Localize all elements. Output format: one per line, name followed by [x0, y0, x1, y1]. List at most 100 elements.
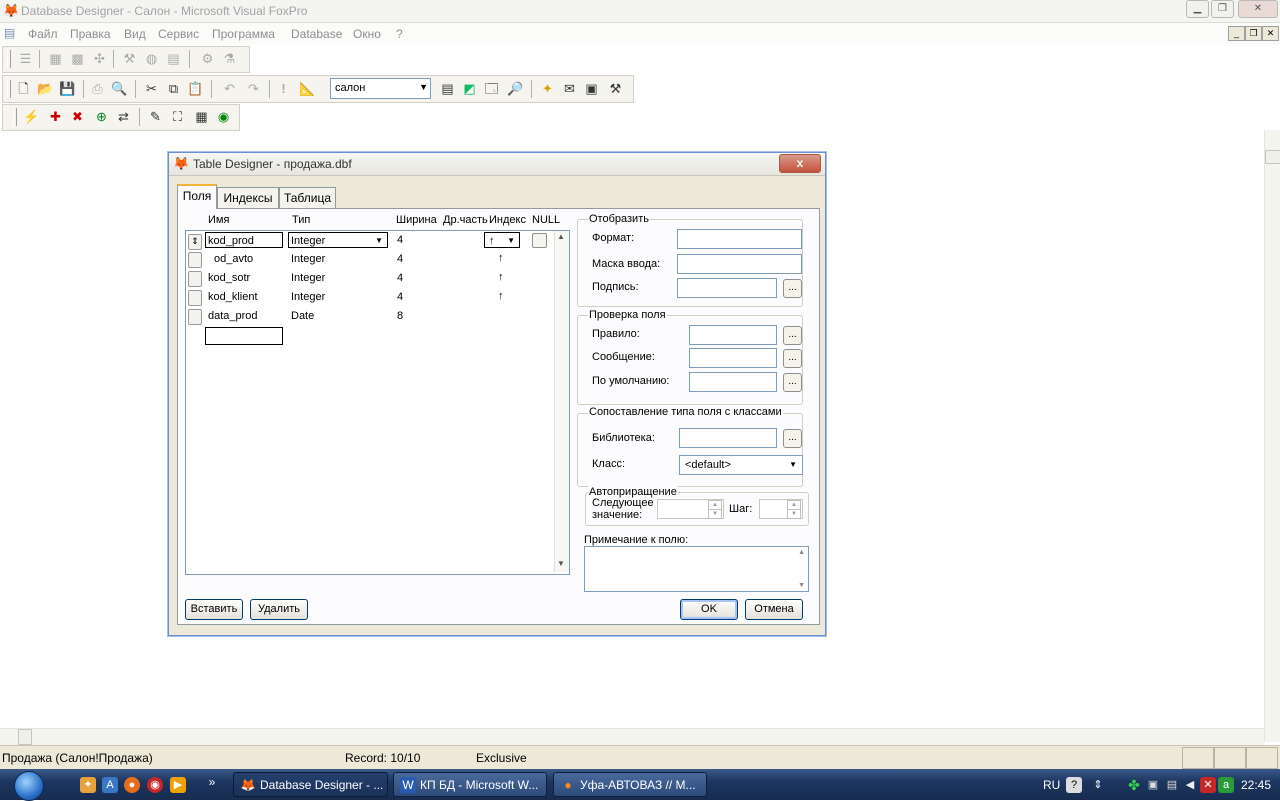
default-value-browse-button[interactable]: ...: [783, 373, 802, 392]
row-selector[interactable]: [188, 290, 202, 306]
copy-icon[interactable]: ⧉: [165, 80, 182, 97]
horizontal-scrollbar[interactable]: [0, 728, 1264, 745]
clover-icon[interactable]: ✤: [1126, 777, 1142, 793]
taskbar-button-firefox[interactable]: ● Уфа-АВТОВАЗ // М...: [553, 772, 707, 797]
firefox-icon[interactable]: ●: [124, 777, 140, 793]
scroll-down-icon[interactable]: ▼: [557, 559, 565, 568]
step-spinner[interactable]: ▲ ▼: [759, 499, 803, 519]
delete-button[interactable]: Удалить: [250, 599, 308, 620]
class-select[interactable]: <default> ▼: [679, 455, 803, 475]
print-preview-icon[interactable]: 🔍: [111, 80, 128, 97]
field-width-value[interactable]: 4: [397, 234, 403, 246]
vertical-scrollbar[interactable]: [1264, 130, 1280, 742]
mdi-close-button[interactable]: ✕: [1262, 26, 1279, 41]
field-name-cell[interactable]: od_avto: [214, 253, 253, 265]
tray-expand-icon[interactable]: ⇕: [1090, 777, 1106, 793]
field-name-cell[interactable]: kod_sotr: [208, 272, 250, 284]
message-input[interactable]: [689, 348, 777, 368]
taskbar-button-word[interactable]: W КП БД - Microsoft W...: [393, 772, 547, 797]
menu-view[interactable]: Вид: [124, 27, 146, 41]
modify-form-icon[interactable]: 📐: [299, 80, 316, 97]
rule-browse-button[interactable]: ...: [783, 326, 802, 345]
modify-table-icon[interactable]: ⚒: [121, 50, 138, 67]
index-ascending-icon[interactable]: ↑: [498, 290, 504, 302]
open-folder-icon[interactable]: 📂: [37, 80, 54, 97]
connections-icon[interactable]: ⚙: [199, 50, 216, 67]
cancel-button[interactable]: Отмена: [745, 599, 803, 620]
run-icon[interactable]: !: [275, 80, 292, 97]
validate-icon[interactable]: ◉: [215, 108, 232, 125]
menu-file[interactable]: Файл: [28, 27, 58, 41]
field-width-cell[interactable]: 4: [397, 272, 403, 284]
paste-icon[interactable]: 📋: [187, 80, 204, 97]
find-table-icon[interactable]: ✣: [91, 50, 108, 67]
close-button[interactable]: ✕: [1238, 0, 1278, 18]
field-name-cell[interactable]: data_prod: [208, 310, 258, 322]
undo-icon[interactable]: ↶: [221, 80, 238, 97]
row-selector[interactable]: [188, 252, 202, 268]
menu-program[interactable]: Программа: [212, 27, 275, 41]
tab-fields[interactable]: Поля: [177, 184, 217, 209]
database-combo[interactable]: салон ▼: [330, 78, 431, 99]
message-browse-button[interactable]: ...: [783, 349, 802, 368]
document-menu-icon[interactable]: ▤: [4, 26, 15, 40]
format-input[interactable]: [677, 229, 802, 249]
redo-icon[interactable]: ↷: [245, 80, 262, 97]
toolbar-grip[interactable]: [13, 108, 17, 126]
edit-relation-icon[interactable]: ⇄: [115, 108, 132, 125]
view-window-icon[interactable]: ◩: [461, 80, 478, 97]
menu-window[interactable]: Окно: [353, 27, 381, 41]
quicklaunch-overflow-icon[interactable]: »: [204, 774, 220, 790]
row-selector[interactable]: [188, 309, 202, 325]
properties-window-icon[interactable]: 🗔: [483, 80, 500, 97]
field-name-cell[interactable]: kod_klient: [208, 291, 258, 303]
field-type-cell[interactable]: Integer: [291, 253, 325, 265]
row-move-handle[interactable]: ⇕: [188, 234, 202, 250]
add-index-icon[interactable]: ⚡: [23, 108, 40, 125]
media-player-icon[interactable]: ▶: [170, 777, 186, 793]
grid-scrollbar[interactable]: ▲ ▼: [554, 231, 569, 572]
scroll-up-icon[interactable]: ▲: [557, 232, 565, 241]
new-field-name-input[interactable]: [205, 327, 283, 345]
tab-table[interactable]: Таблица: [279, 187, 336, 209]
delete-field-icon[interactable]: ✖: [69, 108, 86, 125]
menu-edit[interactable]: Правка: [70, 27, 111, 41]
toolbar-grip[interactable]: [7, 50, 11, 68]
update-icon[interactable]: a: [1218, 777, 1234, 793]
volume-icon[interactable]: ◀: [1182, 777, 1198, 793]
field-width-cell[interactable]: 4: [397, 291, 403, 303]
quicklaunch-app-icon[interactable]: A: [102, 777, 118, 793]
quicklaunch-app-icon[interactable]: ◉: [147, 777, 163, 793]
class-browser-icon[interactable]: ✦: [539, 80, 556, 97]
code-window-icon[interactable]: 🔎: [507, 80, 524, 97]
cut-icon[interactable]: ✂: [143, 80, 160, 97]
default-value-input[interactable]: [689, 372, 777, 392]
spinner-down-icon[interactable]: ▼: [708, 509, 722, 519]
minimize-button[interactable]: ▁: [1186, 0, 1209, 18]
insert-button[interactable]: Вставить: [185, 599, 243, 620]
field-index-select[interactable]: ↑ ▼: [484, 232, 520, 248]
scroll-down-icon[interactable]: ▼: [798, 582, 805, 589]
scroll-thumb[interactable]: [1265, 150, 1280, 164]
rule-input[interactable]: [689, 325, 777, 345]
remove-table-icon[interactable]: ▩: [69, 50, 86, 67]
null-checkbox[interactable]: [532, 233, 547, 248]
add-relation-icon[interactable]: ⊕: [93, 108, 110, 125]
save-icon[interactable]: 💾: [59, 80, 76, 97]
stored-procedures-icon[interactable]: ▦: [193, 108, 210, 125]
menu-help[interactable]: ?: [396, 27, 403, 41]
table-icon[interactable]: ☰: [17, 50, 34, 67]
menu-tools[interactable]: Сервис: [158, 27, 199, 41]
input-mask-input[interactable]: [677, 254, 802, 274]
spinner-down-icon[interactable]: ▼: [787, 509, 801, 519]
index-ascending-icon[interactable]: ↑: [498, 252, 504, 264]
command-window-icon[interactable]: ▤: [439, 80, 456, 97]
scroll-up-icon[interactable]: ▲: [798, 549, 805, 556]
ok-button[interactable]: OK: [680, 599, 738, 620]
caption-input[interactable]: [677, 278, 777, 298]
task-pane-icon[interactable]: ▣: [583, 80, 600, 97]
library-browse-button[interactable]: ...: [783, 429, 802, 448]
print-icon[interactable]: ⎙: [89, 80, 106, 97]
start-button[interactable]: [0, 769, 58, 801]
dialog-title-bar[interactable]: 🦊 Table Designer - продажа.dbf x: [169, 153, 825, 176]
